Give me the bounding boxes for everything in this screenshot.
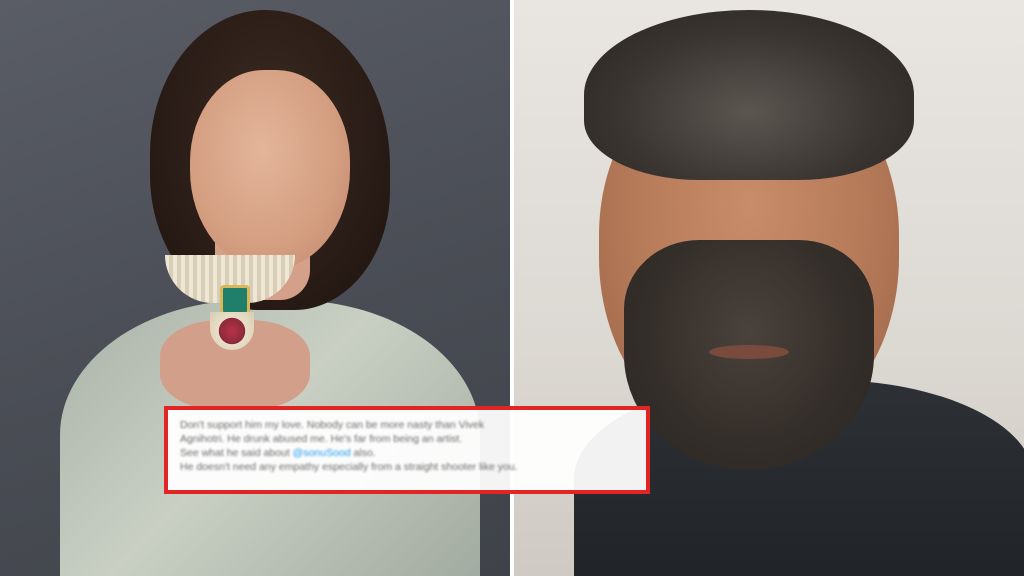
tweet-line-3-suffix: also.	[350, 447, 376, 459]
tweet-line-3: See what he said about @sonuSood also.	[180, 446, 634, 460]
emerald-pendant	[220, 285, 250, 315]
tweet-line-4: He doesn't need any empathy especially f…	[180, 461, 518, 473]
tweet-screenshot: Don't support him my love. Nobody can be…	[164, 406, 650, 494]
face	[190, 70, 350, 270]
mention-link[interactable]: @sonuSood	[293, 447, 351, 459]
tweet-line-3-text: See what he said about	[180, 447, 290, 459]
collage-image: Don't support him my love. Nobody can be…	[0, 0, 1024, 576]
hair	[584, 10, 914, 180]
tweet-line-1: Don't support him my love. Nobody can be…	[180, 419, 485, 431]
mouth	[709, 345, 789, 359]
tweet-line-2: Agnihotri. He drunk abused me. He's far …	[180, 433, 463, 445]
